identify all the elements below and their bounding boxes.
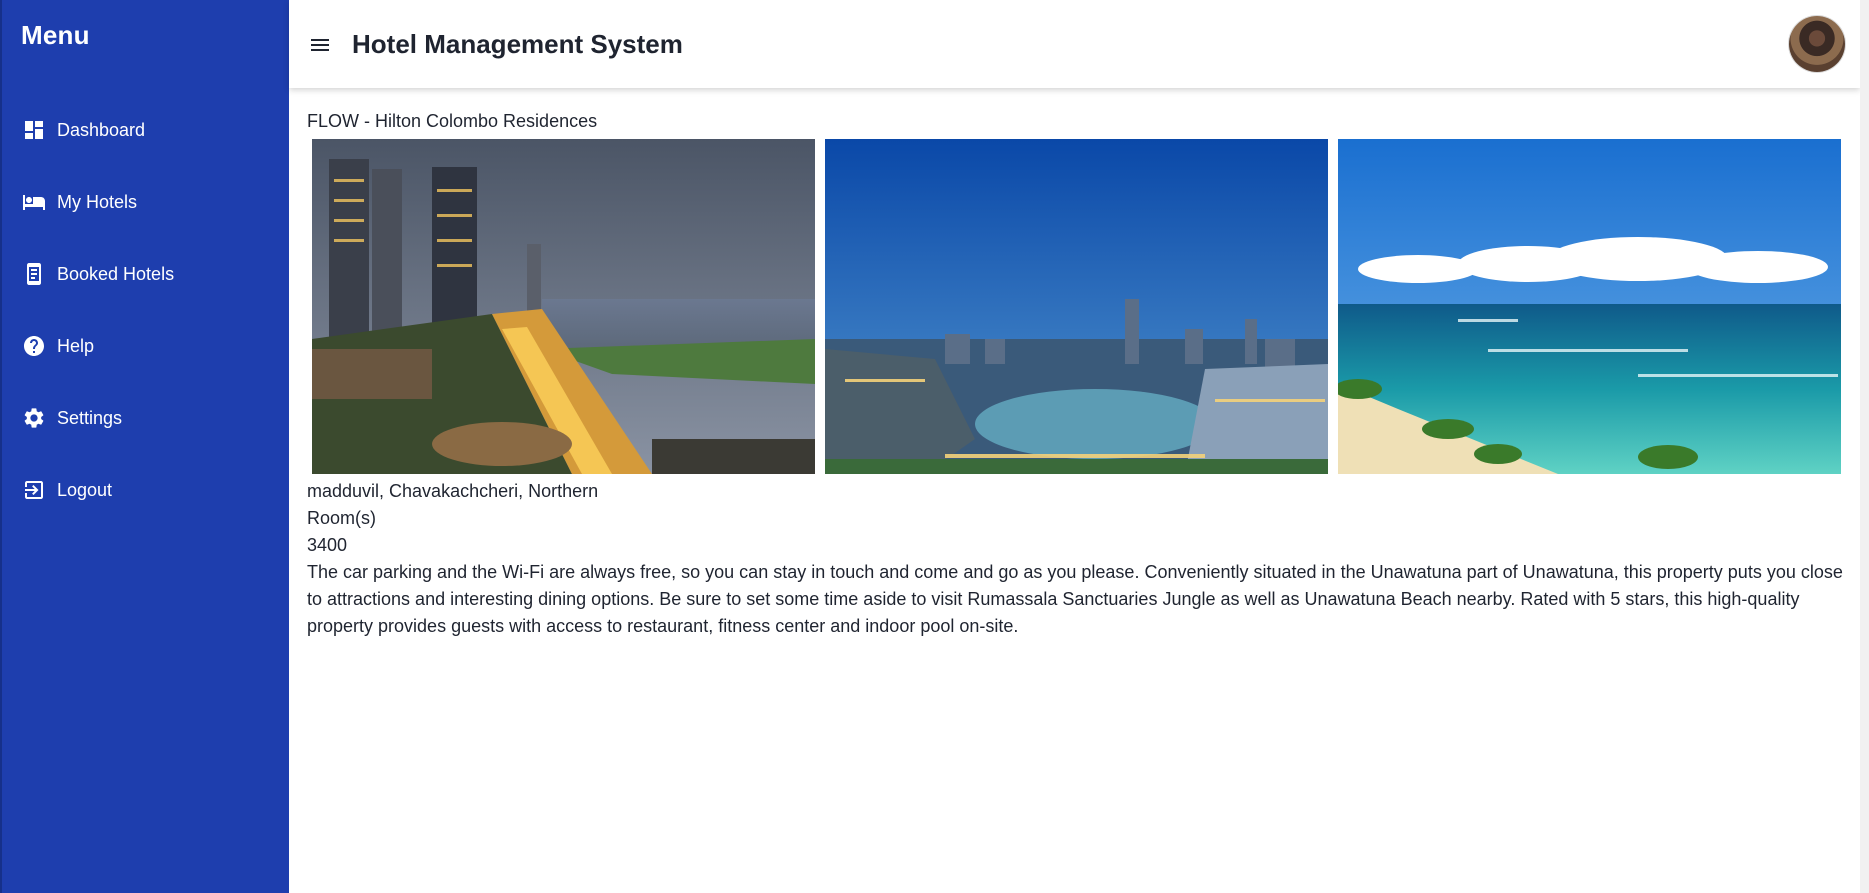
bed-icon: [23, 195, 45, 210]
sidebar-item-settings[interactable]: Settings: [2, 394, 289, 442]
sidebar-item-label: Logout: [57, 479, 113, 500]
user-avatar[interactable]: [1789, 16, 1845, 72]
sidebar-title: Menu: [21, 20, 90, 50]
hotel-description: The car parking and the Wi-Fi are always…: [307, 562, 1843, 636]
sidebar-item-booked-hotels[interactable]: Booked Hotels: [2, 250, 289, 298]
hotel-photo-gallery: [312, 139, 1842, 474]
hotel-info: madduvil, Chavakachcheri, Northern Room(…: [307, 478, 1847, 640]
hamburger-icon[interactable]: [308, 33, 332, 57]
sidebar-item-label: Booked Hotels: [57, 263, 175, 284]
rooms-value: 3400: [307, 535, 348, 555]
page-edge: [1860, 0, 1869, 893]
sidebar-item-help[interactable]: Help: [2, 322, 289, 370]
sidebar-item-dashboard[interactable]: Dashboard: [2, 106, 289, 154]
colombo-waterfront-night-photo: [312, 139, 815, 474]
main-content: Hotel Management System FLOW - Hilton Co…: [289, 0, 1860, 893]
hotel-address: madduvil, Chavakachcheri, Northern: [307, 481, 599, 501]
rooms-label: Room(s): [307, 508, 377, 528]
logout-icon: [25, 481, 43, 499]
booked-icon: [27, 263, 41, 285]
colombo-lake-skyline-photo: [825, 139, 1328, 474]
hotel-name: FLOW - Hilton Colombo Residences: [307, 111, 598, 131]
gear-icon: [24, 408, 44, 428]
sidebar-item-logout[interactable]: Logout: [2, 466, 289, 514]
page-title: Hotel Management System: [352, 29, 683, 59]
sidebar-item-label: My Hotels: [57, 191, 138, 212]
sidebar-item-label: Settings: [57, 407, 123, 428]
sidebar-item-label: Dashboard: [57, 119, 146, 140]
dashboard-icon: [25, 121, 43, 139]
sidebar: Menu Dashboard My Hotels Booked Hotels H…: [0, 0, 289, 893]
unawatuna-beach-photo: [1338, 139, 1841, 474]
sidebar-item-label: Help: [57, 335, 95, 356]
sidebar-item-my-hotels[interactable]: My Hotels: [2, 178, 289, 226]
app-header: Hotel Management System: [289, 0, 1860, 88]
help-icon: [24, 336, 44, 356]
